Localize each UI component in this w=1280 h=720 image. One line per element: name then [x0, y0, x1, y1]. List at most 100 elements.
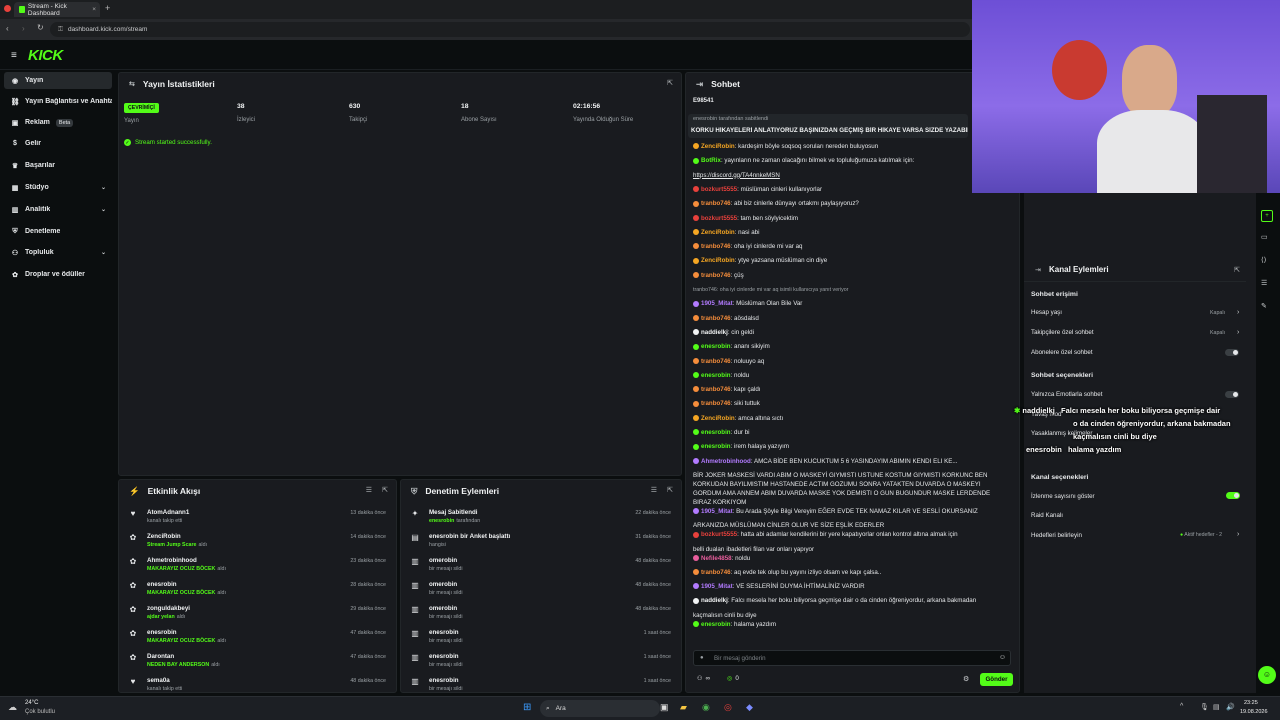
- forward-icon[interactable]: ›: [22, 24, 25, 33]
- feed-row[interactable]: ✿ ZenciRobin Stream Jump Scare aldı 14 dakik…: [125, 530, 390, 554]
- back-icon[interactable]: ‹: [6, 24, 9, 33]
- chat-username[interactable]: 1905_Mitat: [701, 300, 733, 307]
- chat-message[interactable]: ZenciRobin: amca altına sıctı: [693, 414, 783, 423]
- chat-message[interactable]: BIRAZ KORKIYOM: [693, 498, 746, 507]
- chat-username[interactable]: enesrobin: [701, 621, 731, 628]
- popout-icon[interactable]: ⇱: [382, 486, 388, 494]
- popout-icon[interactable]: ⇱: [667, 79, 673, 87]
- chat-username[interactable]: tranbo746: [701, 243, 731, 250]
- chat-username[interactable]: enesrobin: [701, 343, 731, 350]
- sidebar-item-6[interactable]: ▥ Analitik ⌄: [4, 201, 112, 218]
- strip-chat-icon[interactable]: ▭: [1261, 233, 1268, 241]
- chat-username[interactable]: tranbo746: [701, 200, 731, 207]
- browser-tab[interactable]: Stream - Kick Dashboard ×: [14, 2, 100, 17]
- chat-message[interactable]: BİR JOKER MASKESİ VARDI ABIM O MASKEYİ G…: [693, 471, 988, 480]
- reload-icon[interactable]: ↻: [37, 23, 44, 32]
- sidebar-item-0[interactable]: ◉ Yayın: [4, 72, 112, 89]
- chat-message[interactable]: tranbo746: abi biz cinlerle dünyayı orta…: [693, 199, 859, 208]
- feed-row[interactable]: ♥ AtomAdnann1 kanalı takip etti 13 dakika ö…: [125, 506, 390, 530]
- chat-message[interactable]: bozkurt5555: müslüman cinleri kullanıyor…: [693, 185, 822, 194]
- chat-message[interactable]: ZenciRobin: nasi abi: [693, 228, 759, 237]
- feed-row[interactable]: ✿ zonguldakbeyi ajdar yelan aldı 29 dakika ö…: [125, 602, 390, 626]
- volume-icon[interactable]: 🔊: [1226, 703, 1235, 711]
- chat-username[interactable]: Nefile4858: [701, 555, 732, 562]
- chat-username[interactable]: 1905_Mitat: [701, 583, 733, 590]
- filter-icon[interactable]: ☰: [651, 486, 657, 494]
- chevron-right-icon[interactable]: ›: [1237, 329, 1239, 336]
- chat-message[interactable]: Nefile4858: noldu: [693, 554, 750, 563]
- chat-message[interactable]: https://discord.gg/TA4nnkeMSN: [693, 171, 780, 180]
- help-icon[interactable]: ☺: [1258, 666, 1276, 684]
- pinned-message-card[interactable]: enesrobin tarafından sabitlendi KORKU Hİ…: [688, 114, 968, 138]
- sidebar-item-1[interactable]: ⛓ Yayın Bağlantısı ve Anahtarı: [4, 93, 112, 110]
- chat-message[interactable]: tranbo746: kapı çaldı: [693, 385, 761, 394]
- popout-icon[interactable]: ⇱: [667, 486, 673, 494]
- feed-row[interactable]: ✿ enesrobin MAKARAYIZ OCUZ BÖCEK aldı 47 dak…: [125, 626, 390, 650]
- chat-message[interactable]: GORDUM AMA ANNEM ABIM DUVARDA MASKE YOK …: [693, 489, 990, 498]
- chat-message[interactable]: enesrobin: dur bi: [693, 428, 750, 437]
- feed-row[interactable]: ✿ Darontan NEDEN BAY ANDERSON aldı 47 dakika…: [125, 650, 390, 674]
- chat-input[interactable]: ● Bir mesaj gönderin ☺: [693, 650, 1011, 666]
- chat-username[interactable]: enesrobin: [701, 372, 731, 379]
- chat-username[interactable]: ZenciRobin: [701, 229, 735, 236]
- chat-username[interactable]: 1905_Mitat: [701, 508, 733, 515]
- collapse-icon[interactable]: ⇥: [1035, 266, 1041, 274]
- chat-username[interactable]: Ahmetrobinhood: [701, 458, 751, 465]
- show-viewers-toggle[interactable]: [1226, 492, 1240, 499]
- url-field[interactable]: ⚿ dashboard.kick.com/stream: [50, 22, 970, 37]
- emoji-icon[interactable]: ☺: [999, 654, 1006, 661]
- chevron-right-icon[interactable]: ›: [1237, 531, 1239, 538]
- chat-message[interactable]: enesrobin: halama yazdım: [693, 620, 776, 629]
- chat-message[interactable]: enesrobin: noldu: [693, 371, 749, 380]
- opera-icon[interactable]: ◎: [724, 702, 732, 713]
- chevron-down-icon[interactable]: ⌄: [101, 184, 106, 191]
- chat-message[interactable]: belli duaları ibadetleri filan var onlar…: [693, 545, 814, 554]
- chevron-down-icon[interactable]: ⌄: [101, 206, 106, 213]
- sidebar-item-3[interactable]: $ Gelir: [4, 135, 112, 152]
- goals-label[interactable]: Hedefleri belirleyin: [1031, 532, 1082, 539]
- sidebar-item-5[interactable]: ▦ Stüdyo ⌄: [4, 179, 112, 196]
- chat-settings-icon[interactable]: ⚙: [963, 675, 969, 683]
- network-icon[interactable]: ▤: [1213, 703, 1220, 711]
- strip-list-icon[interactable]: ☰: [1261, 279, 1267, 287]
- tab-close-icon[interactable]: ×: [92, 6, 96, 13]
- new-tab-icon[interactable]: +: [105, 3, 110, 13]
- chat-username[interactable]: tranbo746: [701, 569, 731, 576]
- chat-message[interactable]: kaçmalısın cinli bu diye: [693, 611, 757, 620]
- chat-username[interactable]: naddielkj: [701, 597, 728, 604]
- users-icon[interactable]: ⚇: [697, 675, 703, 682]
- strip-tool-icon[interactable]: ✎: [1261, 302, 1267, 310]
- chat-username[interactable]: tranbo746: [701, 315, 731, 322]
- emote-only-toggle[interactable]: [1225, 391, 1239, 398]
- chat-message[interactable]: tranbo746: çüş: [693, 271, 744, 280]
- chat-message[interactable]: KORKUDAN BAYILMISTIM HASTANEDE ACTIM GOZ…: [693, 480, 981, 489]
- popout-icon[interactable]: ⇱: [1234, 266, 1240, 274]
- strip-add-icon[interactable]: +: [1261, 210, 1273, 222]
- chat-message[interactable]: 1905_Mitat: VE SESLERİNİ DUYMA İHTİMALİN…: [693, 582, 865, 591]
- sidebar-item-7[interactable]: ⛨ Denetleme: [4, 223, 112, 240]
- send-button[interactable]: Gönder: [980, 673, 1013, 686]
- chat-message[interactable]: Ahmetrobinhood: AMCA BİDE BEN KUCUKTUM 5…: [693, 457, 958, 466]
- file-explorer-icon[interactable]: ▰: [680, 702, 687, 713]
- discord-icon[interactable]: ◆: [746, 702, 753, 713]
- chat-message[interactable]: tranbo746: oha iyi cinlerde mi var aq: [693, 242, 802, 251]
- chat-message[interactable]: tranbo746: aösdalsd: [693, 314, 759, 323]
- feed-row[interactable]: ▥ omerobin bir mesajı sildi 48 dakika önce: [407, 554, 675, 578]
- chat-username[interactable]: enesrobin: [701, 443, 731, 450]
- infinity-icon[interactable]: ∞: [706, 675, 710, 682]
- feed-row[interactable]: ▤ enesrobin bir Anket başlattı hangisi 31 d…: [407, 530, 675, 554]
- chat-message[interactable]: enesrobin: ananı sikiyim: [693, 342, 770, 351]
- chat-message[interactable]: ZenciRobin: kardeşim böyle soqsoq sorula…: [693, 142, 878, 151]
- chat-username[interactable]: ZenciRobin: [701, 257, 735, 264]
- sidebar-item-9[interactable]: ✿ Droplar ve ödüller: [4, 266, 112, 283]
- sidebar-item-8[interactable]: ⚇ Topluluk ⌄: [4, 244, 112, 261]
- windows-start-icon[interactable]: ⊞: [523, 702, 531, 713]
- chat-message[interactable]: tranbo746: noluuyo aq: [693, 357, 764, 366]
- feed-row[interactable]: ▥ omerobin bir mesajı sildi 48 dakika önce: [407, 578, 675, 602]
- chat-message[interactable]: bozkurt5555: hatta abi adamlar kendileri…: [693, 530, 958, 539]
- chat-message[interactable]: bozkurt5555: tam ben söylyicektim: [693, 214, 798, 223]
- chat-message[interactable]: 1905_Mitat: Müslüman Olan Bile Var: [693, 299, 802, 308]
- chat-username[interactable]: bozkurt5555: [701, 186, 737, 193]
- chat-username[interactable]: bozkurt5555: [701, 215, 737, 222]
- chat-username[interactable]: ZenciRobin: [701, 415, 735, 422]
